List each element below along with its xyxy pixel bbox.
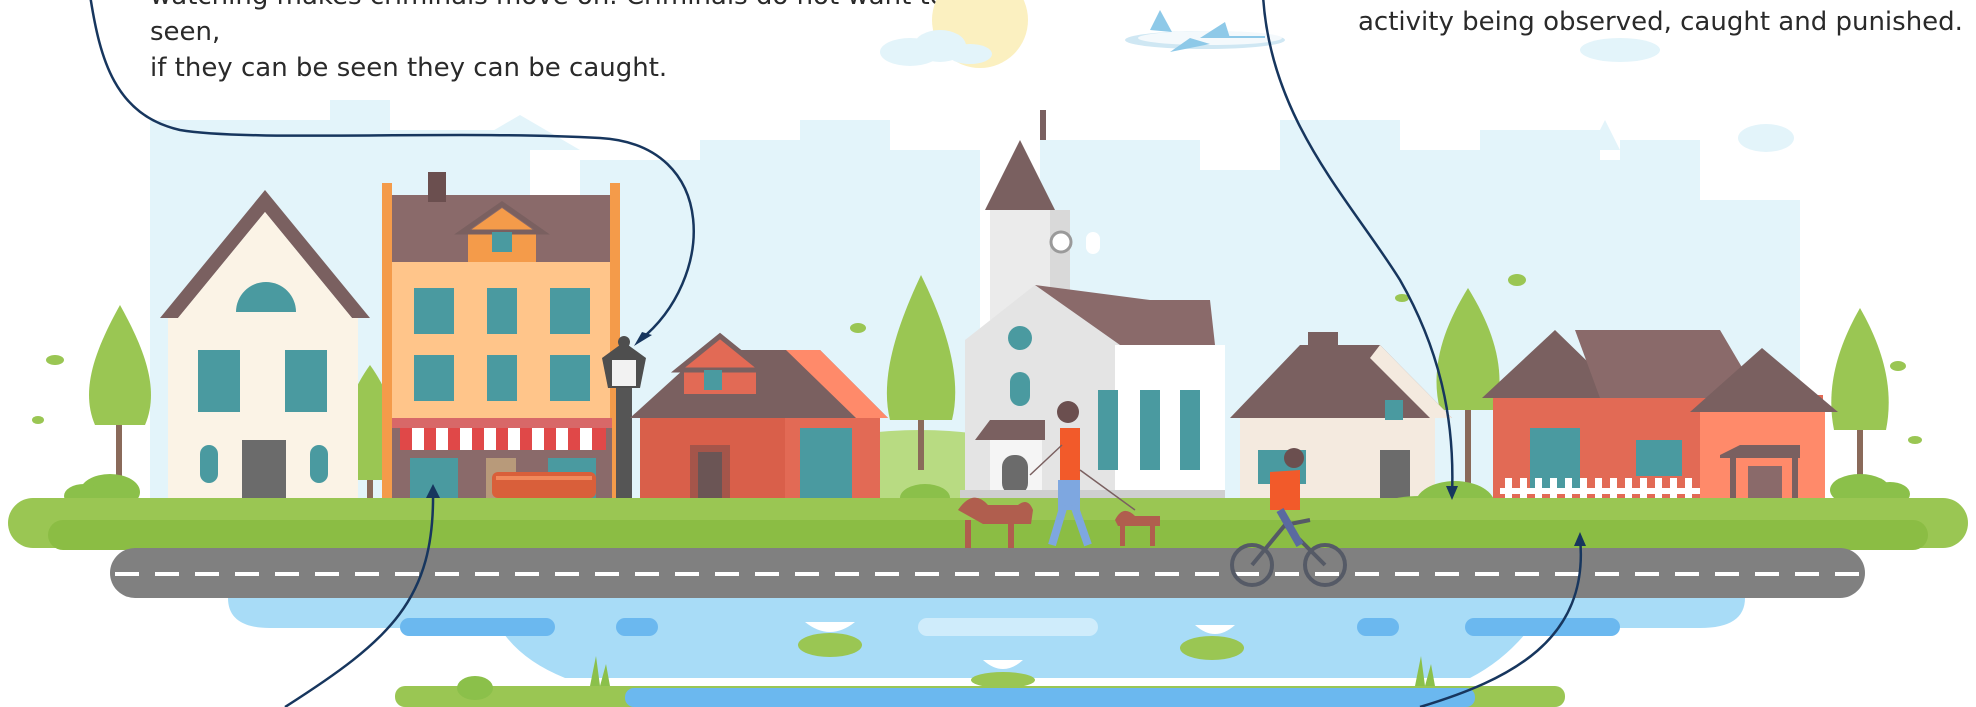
road (110, 548, 1865, 598)
river (228, 598, 1745, 707)
shop-awning (400, 428, 606, 450)
town-illustration (8, 0, 1968, 707)
tree (1831, 308, 1889, 480)
airplane-icon (1125, 10, 1285, 52)
tree (89, 305, 151, 480)
house-shop (382, 172, 620, 520)
